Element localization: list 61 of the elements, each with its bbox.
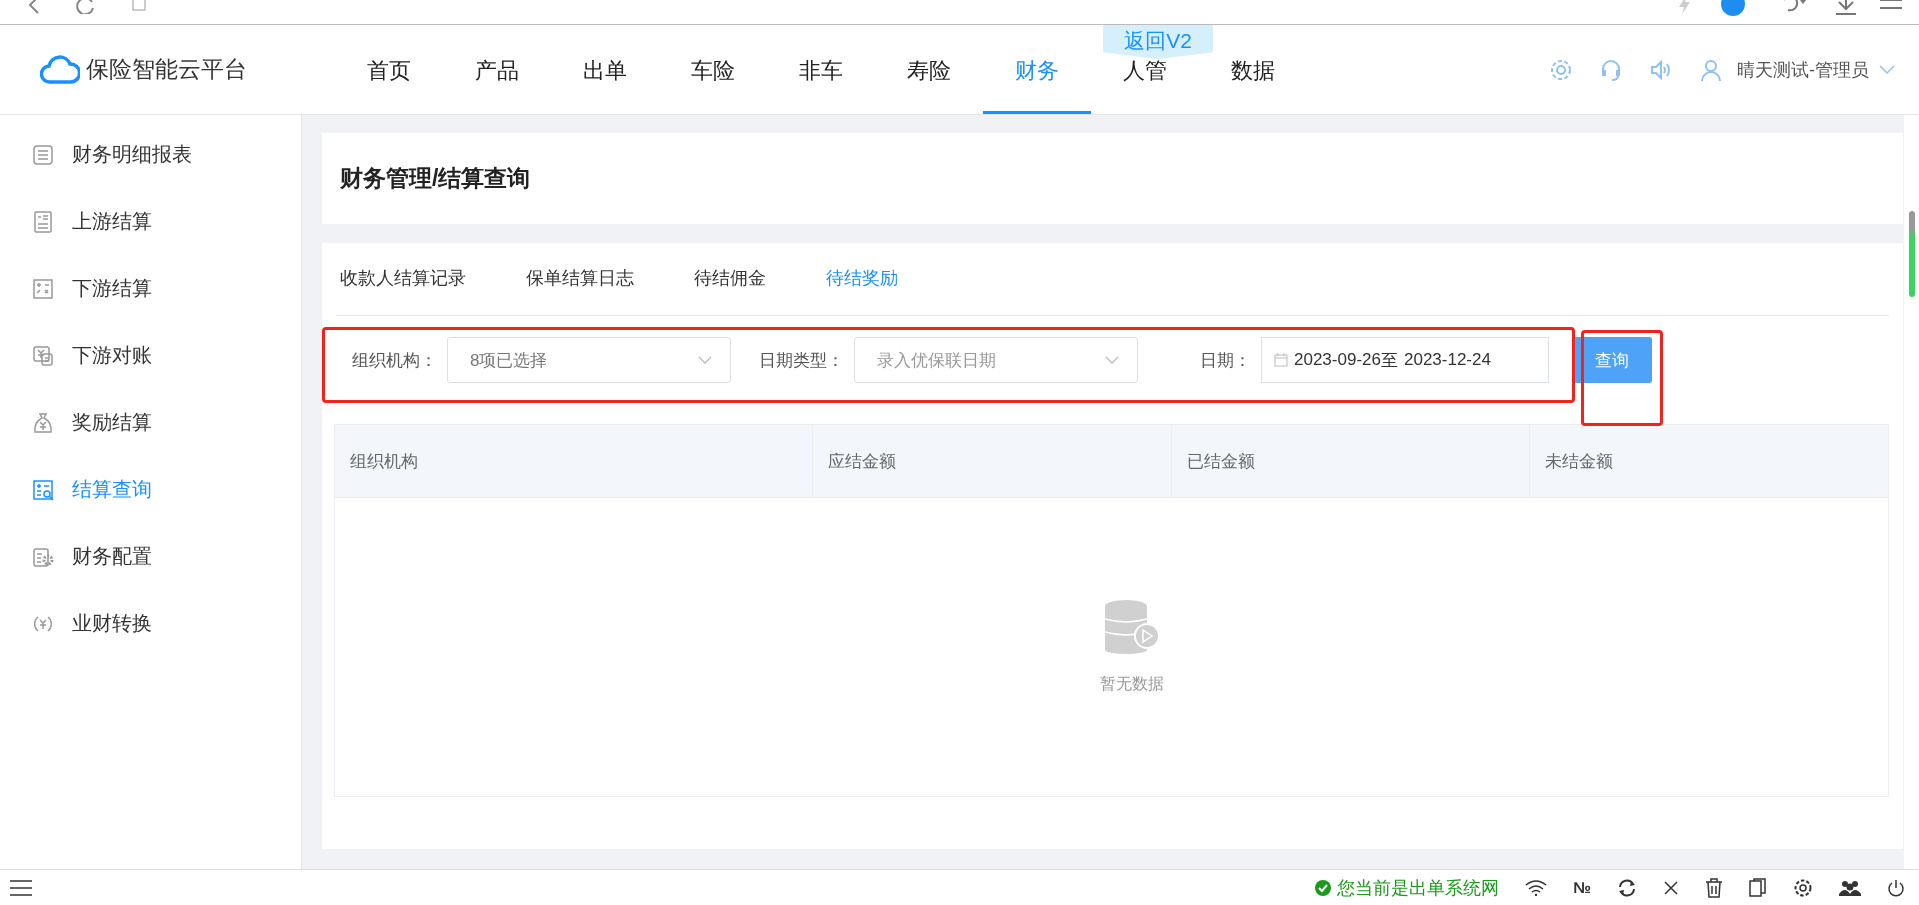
settings-icon[interactable] (1793, 877, 1813, 898)
nav-tab[interactable]: 产品 (475, 57, 519, 85)
menu-icon[interactable] (10, 879, 32, 896)
menu-icon[interactable] (1880, 0, 1902, 12)
scrollbar-thumb[interactable] (1909, 211, 1915, 297)
start-date-field[interactable]: 2023-09-26 (1294, 350, 1381, 370)
user-name[interactable]: 晴天测试-管理员 (1737, 57, 1869, 82)
number-sign[interactable]: № (1573, 878, 1591, 897)
end-date-field[interactable]: 2023-12-24 (1403, 350, 1491, 370)
copy-icon[interactable] (1749, 877, 1767, 898)
refresh-icon[interactable] (1617, 878, 1637, 897)
page-title: 财务管理/结算查询 (340, 164, 531, 193)
bill-icon (32, 210, 54, 233)
recon-icon (32, 344, 54, 367)
bag-icon (32, 411, 54, 434)
sidebar-item[interactable]: 财务配置 (0, 523, 301, 590)
chevron-down-icon (1105, 356, 1119, 364)
app-logo-text: 保险智能云平台 (86, 55, 247, 84)
nav-tab[interactable]: 首页 (367, 57, 411, 85)
reload-icon[interactable] (74, 0, 96, 14)
config-icon (32, 545, 54, 568)
nav-tab[interactable]: 人管 (1123, 57, 1167, 85)
tab[interactable]: 保单结算日志 (522, 243, 638, 315)
empty-text: 暂无数据 (1099, 673, 1164, 694)
empty-database-icon (1104, 599, 1159, 654)
org-select[interactable]: 8项已选择 (447, 337, 731, 383)
check-circle-icon (1315, 879, 1332, 896)
filter-label: 组织机构： (352, 349, 437, 372)
close-icon[interactable] (1663, 879, 1679, 896)
query-icon (32, 478, 54, 501)
sidebar-item[interactable]: 上游结算 (0, 188, 301, 255)
calendar-icon (1274, 353, 1288, 367)
sidebar-item[interactable]: 下游结算 (0, 255, 301, 322)
tab[interactable]: 收款人结算记录 (336, 243, 470, 315)
column-header: 应结金额 (813, 425, 1172, 497)
trash-icon[interactable] (1705, 877, 1723, 898)
nav-tab[interactable]: 出单 (583, 57, 627, 85)
filter-label: 日期类型： (759, 349, 844, 372)
filter-label: 日期： (1200, 349, 1251, 372)
column-header: 组织机构 (335, 425, 814, 497)
cloud-icon (40, 54, 80, 85)
users-icon[interactable] (1839, 878, 1861, 897)
nav-tab[interactable]: 寿险 (907, 57, 951, 85)
power-icon[interactable] (1887, 878, 1905, 897)
column-header: 未结金额 (1544, 450, 1615, 473)
chevron-down-icon (698, 356, 712, 364)
column-header: 已结金额 (1171, 425, 1531, 497)
sidebar-item[interactable]: 下游对账 (0, 322, 301, 389)
sidebar-item[interactable]: 财务明细报表 (0, 121, 301, 188)
nav-tab[interactable]: 车险 (691, 57, 735, 85)
status-message: 您当前是出单系统网 (1337, 876, 1500, 900)
nav-tab[interactable]: 数据 (1231, 57, 1275, 85)
list-icon (32, 143, 54, 166)
download-icon[interactable] (1834, 0, 1858, 16)
wifi-icon[interactable] (1525, 879, 1548, 896)
tab[interactable]: 待结佣金 (690, 243, 770, 315)
date-separator: 至 (1380, 349, 1398, 372)
calc-icon (32, 277, 54, 300)
nav-tab[interactable]: 非车 (799, 57, 843, 85)
sidebar-item[interactable]: 业财转换 (0, 590, 301, 657)
sidebar-item[interactable]: 奖励结算 (0, 389, 301, 456)
